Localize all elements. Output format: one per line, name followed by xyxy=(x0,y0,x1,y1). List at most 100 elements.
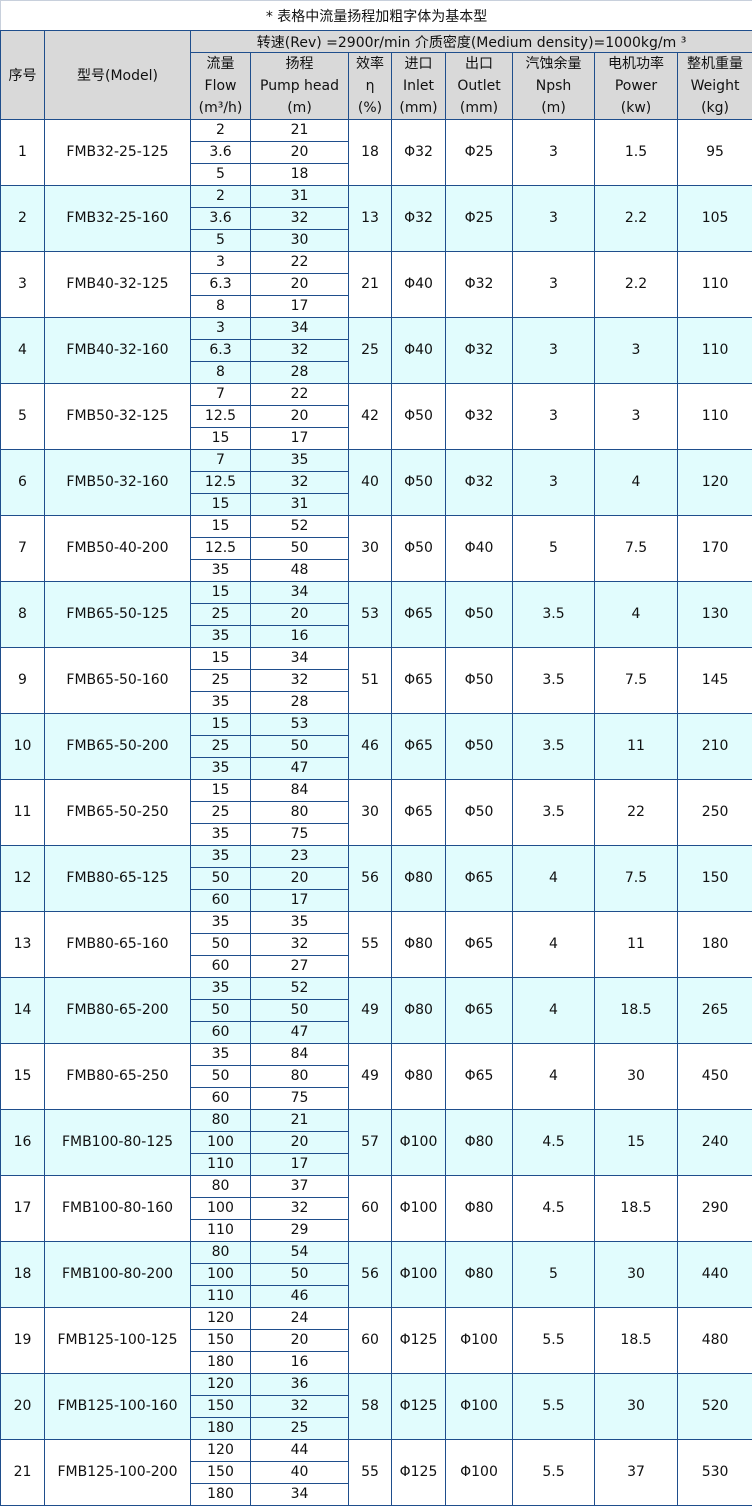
head-value: 54 xyxy=(250,1241,349,1264)
flow-value: 35 xyxy=(190,625,251,648)
row-number: 20 xyxy=(0,1373,45,1440)
inlet-value: Φ32 xyxy=(391,119,446,186)
flow-value: 60 xyxy=(190,955,251,978)
head-value: 47 xyxy=(250,1021,349,1044)
table-row: 8 FMB65-50-125 15 34 53 Φ65 Φ50 3.5 4 130 xyxy=(0,581,752,648)
inlet-value: Φ50 xyxy=(391,449,446,516)
head-value: 28 xyxy=(250,691,349,714)
flow-value: 120 xyxy=(190,1307,251,1330)
inlet-value: Φ50 xyxy=(391,515,446,582)
outlet-value: Φ50 xyxy=(445,779,513,846)
npsh-value: 3.5 xyxy=(512,779,595,846)
flow-value: 15 xyxy=(190,713,251,736)
table-row: 11 FMB65-50-250 15 84 30 Φ65 Φ50 3.5 22 250 xyxy=(0,779,752,846)
head-value: 34 xyxy=(250,581,349,604)
row-number: 11 xyxy=(0,779,45,846)
model-name: FMB32-25-160 xyxy=(44,185,191,252)
weight-value: 95 xyxy=(676,119,752,186)
weight-value: 440 xyxy=(676,1241,752,1308)
efficiency-value: 13 xyxy=(348,185,392,252)
row-number: 12 xyxy=(0,845,45,912)
efficiency-value: 18 xyxy=(348,119,392,186)
flow-value: 2 xyxy=(190,185,251,208)
flow-value: 60 xyxy=(190,1087,251,1110)
outlet-value: Φ100 xyxy=(445,1307,513,1374)
outlet-value: Φ65 xyxy=(445,911,513,978)
head-value: 20 xyxy=(250,405,349,428)
inlet-value: Φ125 xyxy=(391,1307,446,1374)
header-inlet-en: Inlet xyxy=(403,78,434,94)
flow-value: 60 xyxy=(190,1021,251,1044)
model-name: FMB125-100-160 xyxy=(44,1373,191,1440)
weight-value: 520 xyxy=(676,1373,752,1440)
operating-conditions: 转速(Rev) =2900r/min 介质密度(Medium density)=… xyxy=(189,30,752,53)
flow-value: 110 xyxy=(190,1153,251,1176)
efficiency-value: 42 xyxy=(348,383,392,450)
head-value: 28 xyxy=(250,361,349,384)
header-efficiency: 效率 η (%) xyxy=(348,52,392,120)
head-value: 53 xyxy=(250,713,349,736)
flow-value: 15 xyxy=(190,427,251,450)
npsh-value: 3.5 xyxy=(512,647,595,714)
table-row: 7 FMB50-40-200 15 52 30 Φ50 Φ40 5 7.5 170 xyxy=(0,515,752,582)
row-number: 3 xyxy=(0,251,45,318)
weight-value: 120 xyxy=(676,449,752,516)
row-number: 6 xyxy=(0,449,45,516)
model-name: FMB100-80-160 xyxy=(44,1175,191,1242)
head-value: 32 xyxy=(250,1197,349,1220)
row-number: 1 xyxy=(0,119,45,186)
efficiency-value: 51 xyxy=(348,647,392,714)
head-value: 32 xyxy=(250,207,349,230)
table-row: 20 FMB125-100-160 120 36 58 Φ125 Φ100 5.5 30 520 xyxy=(0,1373,752,1440)
npsh-value: 3 xyxy=(512,251,595,318)
flow-value: 8 xyxy=(190,295,251,318)
weight-value: 150 xyxy=(676,845,752,912)
flow-value: 150 xyxy=(190,1461,251,1484)
power-value: 3 xyxy=(594,383,678,450)
flow-value: 3.6 xyxy=(190,141,251,164)
power-value: 18.5 xyxy=(594,1175,678,1242)
outlet-value: Φ100 xyxy=(445,1373,513,1440)
model-name: FMB40-32-125 xyxy=(44,251,191,318)
weight-value: 265 xyxy=(676,977,752,1044)
row-number: 17 xyxy=(0,1175,45,1242)
outlet-value: Φ65 xyxy=(445,845,513,912)
power-value: 15 xyxy=(594,1109,678,1176)
efficiency-value: 57 xyxy=(348,1109,392,1176)
efficiency-value: 30 xyxy=(348,779,392,846)
header-power: 电机功率 Power (kw) xyxy=(594,52,678,120)
head-value: 22 xyxy=(250,383,349,406)
row-number: 21 xyxy=(0,1439,45,1506)
header-flow-en: Flow xyxy=(204,78,237,94)
outlet-value: Φ32 xyxy=(445,449,513,516)
flow-value: 25 xyxy=(190,603,251,626)
header-power-en: Power xyxy=(614,78,658,94)
inlet-value: Φ40 xyxy=(391,251,446,318)
npsh-value: 3.5 xyxy=(512,713,595,780)
table-row: 14 FMB80-65-200 35 52 49 Φ80 Φ65 4 18.5 265 xyxy=(0,977,752,1044)
flow-value: 12.5 xyxy=(190,405,251,428)
table-row: 13 FMB80-65-160 35 35 55 Φ80 Φ65 4 11 180 xyxy=(0,911,752,978)
power-value: 22 xyxy=(594,779,678,846)
power-value: 18.5 xyxy=(594,977,678,1044)
weight-value: 180 xyxy=(676,911,752,978)
table-title: * 表格中流量扬程加粗字体为基本型 xyxy=(0,0,752,31)
flow-value: 5 xyxy=(190,229,251,252)
head-value: 40 xyxy=(250,1461,349,1484)
header-inlet-cn: 进口 xyxy=(404,56,433,72)
flow-value: 8 xyxy=(190,361,251,384)
head-value: 48 xyxy=(250,559,349,582)
npsh-value: 4 xyxy=(512,977,595,1044)
flow-value: 15 xyxy=(190,493,251,516)
head-value: 52 xyxy=(250,515,349,538)
head-value: 37 xyxy=(250,1175,349,1198)
header-eff-unit: (%) xyxy=(357,100,383,116)
header-npsh-en: Npsh xyxy=(535,78,572,94)
table-row: 9 FMB65-50-160 15 34 51 Φ65 Φ50 3.5 7.5 145 xyxy=(0,647,752,714)
model-name: FMB65-50-200 xyxy=(44,713,191,780)
head-value: 35 xyxy=(250,911,349,934)
flow-value: 80 xyxy=(190,1241,251,1264)
inlet-value: Φ50 xyxy=(391,383,446,450)
npsh-value: 3 xyxy=(512,383,595,450)
head-value: 75 xyxy=(250,1087,349,1110)
